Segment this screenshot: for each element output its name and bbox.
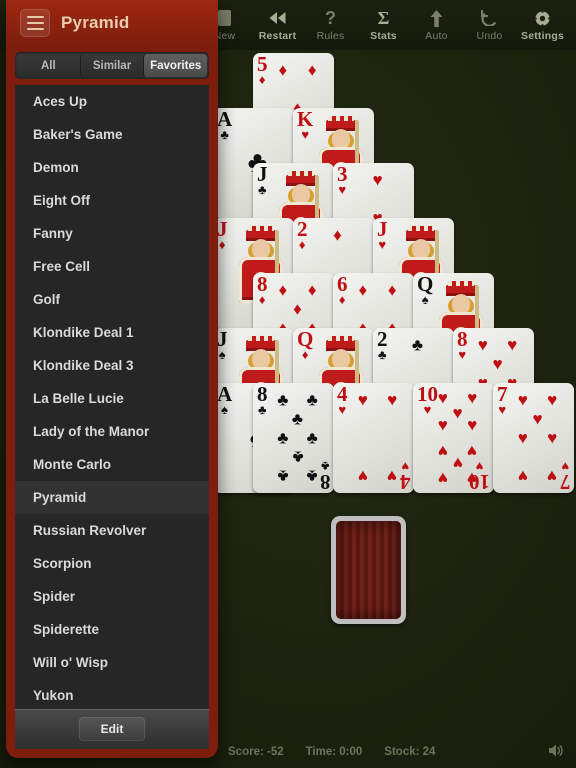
arrow-up-icon [430, 9, 443, 28]
card-corner-index: J♥ [377, 218, 388, 252]
game-list-item[interactable]: Golf [15, 283, 209, 316]
panel-footer: Edit [15, 709, 209, 749]
toolbar-button-label: Rules [316, 29, 345, 42]
toolbar-button-stats[interactable]: Σ Stats [358, 2, 409, 48]
game-list-item[interactable]: Free Cell [15, 250, 209, 283]
card-corner-index: 4 ♥ [337, 383, 348, 417]
card-corner-index: 6♦ [337, 273, 348, 307]
speaker-icon[interactable] [547, 743, 564, 761]
card-corner-index: J♠ [217, 328, 228, 362]
hamburger-icon[interactable] [20, 9, 50, 37]
game-list-item[interactable]: Will o' Wisp [15, 646, 209, 679]
toolbar-button-settings[interactable]: Settings [517, 2, 568, 48]
toolbar-button-label: Settings [520, 29, 565, 42]
card-corner-index: 8♦ [257, 273, 268, 307]
game-picker-panel: Pyramid All Similar Favorites Aces Up Baker… [6, 0, 218, 758]
game-list-item[interactable]: Klondike Deal 3 [15, 349, 209, 382]
card-corner-index: 7 ♥ [497, 383, 508, 417]
panel-header: Pyramid [6, 0, 218, 46]
game-list-item[interactable]: Monte Carlo [15, 448, 209, 481]
time-label: Time: 0:00 [305, 746, 363, 758]
playing-card[interactable]: 10 ♥ 10 ♥ ♥ ♥ ♥ ♥ ♥ ♥ ♥ ♥ ♥ ♥ [413, 383, 494, 493]
game-list[interactable]: Aces Up Baker's Game Demon Eight Off Fanny Fr… [15, 85, 209, 709]
card-corner-index: 3♥ [337, 163, 348, 197]
card-corner-index: A♣ [217, 108, 233, 142]
question-mark-icon: ? [325, 7, 336, 28]
playing-card[interactable]: 8 ♣ 8 ♣ ♣ ♣ ♣ ♣ ♣ ♣ ♣ ♣ [253, 383, 334, 493]
toolbar-button-undo[interactable]: Undo [464, 2, 515, 48]
game-list-item[interactable]: Spiderette [15, 613, 209, 646]
card-icon [217, 9, 232, 28]
toolbar-button-restart[interactable]: Restart [252, 2, 303, 48]
game-list-item[interactable]: Spider [15, 580, 209, 613]
card-corner-index: 2♦ [297, 218, 308, 252]
edit-button[interactable]: Edit [78, 717, 146, 741]
toolbar-button-label: Undo [476, 29, 503, 42]
stock-label: Stock: 24 [384, 746, 436, 758]
card-corner-index: J♣ [257, 163, 268, 197]
filter-tab-favorites[interactable]: Favorites [143, 54, 208, 77]
score-label: Score: -52 [228, 746, 284, 758]
card-corner-index: 8 ♣ [257, 383, 268, 417]
toolbar-button-auto[interactable]: Auto [411, 2, 462, 48]
card-corner-index: A♠ [217, 383, 233, 417]
game-list-item[interactable]: Russian Revolver [15, 514, 209, 547]
card-pips: ♥ ♥ ♥ ♥ ♥ ♥ ♥ ♥ ♥ ♥ [437, 388, 478, 488]
rewind-icon [268, 9, 287, 28]
card-corner-index: 8♥ [457, 328, 468, 362]
card-pips: ♣ ♣ ♣ ♣ ♣ ♣ ♣ ♣ [277, 390, 318, 486]
game-list-item[interactable]: Fanny [15, 217, 209, 250]
filter-segmented-control: All Similar Favorites [15, 52, 209, 79]
game-list-item[interactable]: Baker's Game [15, 118, 209, 151]
toolbar-button-label: Auto [425, 29, 448, 42]
card-corner-index: J♦ [217, 218, 228, 252]
filter-tab-all[interactable]: All [17, 54, 80, 77]
game-list-item[interactable]: Demon [15, 151, 209, 184]
card-corner-index: 2♣ [377, 328, 388, 362]
game-list-item[interactable]: Yukon [15, 679, 209, 709]
filter-tab-similar[interactable]: Similar [79, 54, 144, 77]
toolbar-button-label: Restart [258, 29, 297, 42]
toolbar-button-rules[interactable]: ? Rules [305, 2, 356, 48]
game-list-item[interactable]: La Belle Lucie [15, 382, 209, 415]
card-corner-index: 5♦ [257, 53, 268, 87]
game-list-item[interactable]: Klondike Deal 1 [15, 316, 209, 349]
card-pips: ♥ ♥ ♥ ♥ ♥ ♥ ♥ [517, 390, 558, 486]
page-title: Pyramid [61, 13, 130, 32]
game-list-item[interactable]: Aces Up [15, 85, 209, 118]
game-list-item[interactable]: Scorpion [15, 547, 209, 580]
game-list-item[interactable]: Eight Off [15, 184, 209, 217]
game-list-item[interactable]: Pyramid [15, 481, 209, 514]
toolbar-button-label: Stats [370, 29, 397, 42]
game-list-item[interactable]: Lady of the Manor [15, 415, 209, 448]
sigma-icon: Σ [377, 7, 390, 28]
card-pips: ♥ ♥ ♥ ♥ [357, 390, 398, 486]
undo-arrow-icon [481, 9, 498, 28]
stock-pile[interactable] [331, 516, 406, 624]
gear-icon [534, 9, 551, 28]
card-back [336, 521, 401, 619]
playing-card[interactable]: 4 ♥ 4 ♥ ♥ ♥ ♥ ♥ [333, 383, 414, 493]
playing-card[interactable]: 7 ♥ 7 ♥ ♥ ♥ ♥ ♥ ♥ ♥ ♥ [493, 383, 574, 493]
